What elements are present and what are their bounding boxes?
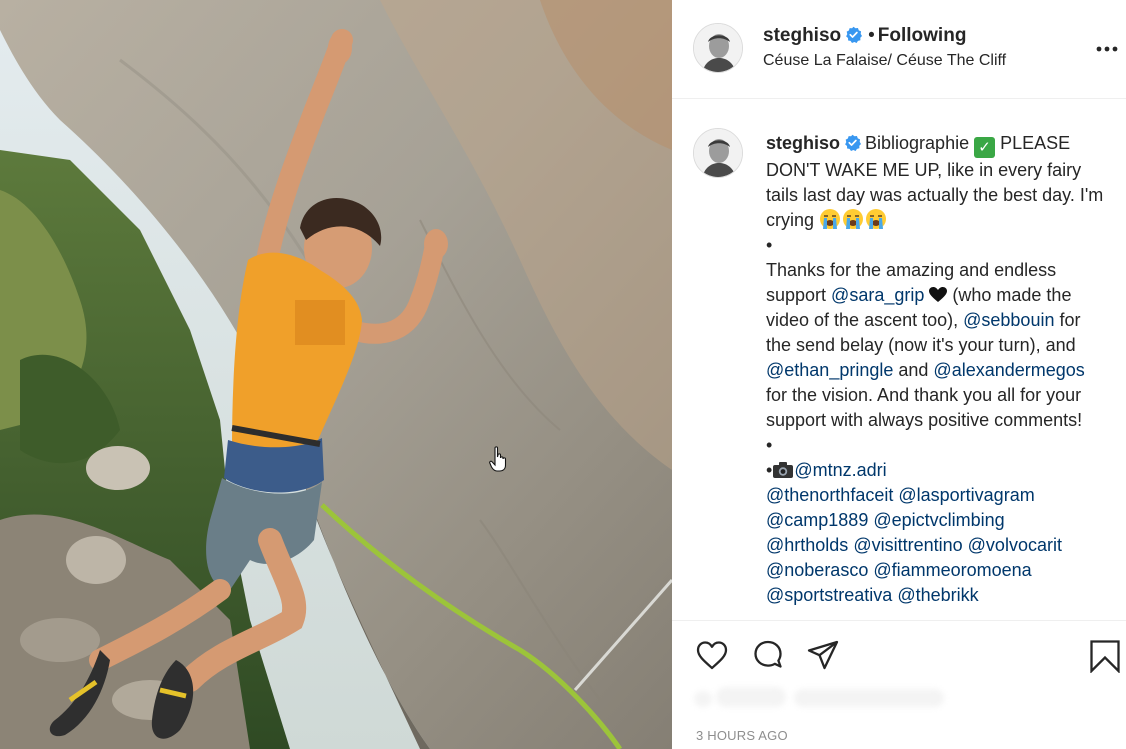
check-mark-emoji: ✓ [974, 137, 996, 158]
caption-username[interactable]: steghiso [766, 133, 840, 153]
header-username[interactable]: steghiso [763, 25, 841, 46]
mention-link[interactable]: @fiammeoromoena [873, 560, 1031, 580]
mention-link[interactable]: @epictvclimbing [873, 510, 1004, 530]
mention-link[interactable]: @camp1889 [766, 510, 868, 530]
mention-link[interactable]: @mtnz.adri [794, 460, 886, 480]
comments-section[interactable]: steghiso Bibliographie ✓ PLEASE DON'T WAK… [672, 99, 1126, 620]
post-actions-bar: 3 HOURS AGO [672, 620, 1126, 749]
mention-link[interactable]: @ethan_pringle [766, 360, 893, 380]
mention-link[interactable]: @alexandermegos [933, 360, 1084, 380]
header-separator: • [868, 25, 875, 46]
verified-badge-icon [845, 134, 862, 151]
likes-summary[interactable] [694, 681, 994, 715]
comment-icon [754, 640, 782, 668]
mention-link[interactable]: @lasportivagram [898, 485, 1034, 505]
caption-bullet: • [766, 235, 773, 255]
post-side-panel: steghiso • Following Céuse La Falaise/ Céu… [672, 0, 1126, 749]
mention-link[interactable]: @thenorthfaceit [766, 485, 893, 505]
black-heart-emoji [929, 287, 948, 302]
header-user-line: steghiso • Following [763, 24, 966, 48]
caption-text-6: and [893, 360, 934, 380]
post-caption: steghiso Bibliographie ✓ PLEASE DON'T WAK… [766, 131, 1106, 608]
location-link[interactable]: Céuse La Falaise/ Céuse The Cliff [763, 51, 1006, 71]
post-photo[interactable] [0, 0, 672, 749]
caption-bullet: • [766, 435, 773, 455]
bookmark-icon [1090, 640, 1120, 673]
like-button[interactable] [695, 639, 729, 673]
paper-plane-icon [807, 640, 839, 670]
heart-icon [696, 641, 728, 670]
verified-badge-icon [846, 26, 863, 43]
caption-text-1: Bibliographie [865, 133, 975, 153]
comment-button[interactable] [751, 639, 785, 673]
mention-link[interactable]: @visittrentino [853, 535, 962, 555]
crying-face-emoji [843, 209, 864, 229]
mention-link[interactable]: @sara_grip [831, 285, 924, 305]
mention-link[interactable]: @hrtholds [766, 535, 848, 555]
mention-link[interactable]: @noberasco [766, 560, 868, 580]
share-button[interactable] [806, 639, 840, 673]
mention-link[interactable]: @sportstreativa [766, 585, 892, 605]
author-avatar[interactable] [693, 23, 743, 73]
mention-link[interactable]: @sebbouin [963, 310, 1054, 330]
post-header: steghiso • Following Céuse La Falaise/ Céu… [672, 0, 1126, 99]
mention-link[interactable]: @volvocarit [968, 535, 1062, 555]
save-button[interactable] [1088, 639, 1122, 673]
crying-face-emoji [820, 209, 841, 229]
more-horizontal-icon [1096, 46, 1118, 52]
camera-emoji [773, 462, 794, 478]
post-timestamp[interactable]: 3 HOURS AGO [696, 728, 788, 743]
mention-link[interactable]: @thebrikk [897, 585, 978, 605]
more-options-button[interactable] [1094, 37, 1120, 59]
crying-face-emoji [866, 209, 887, 229]
following-button[interactable]: Following [878, 25, 967, 46]
climber-photo [0, 0, 672, 749]
caption-author-avatar[interactable] [693, 128, 743, 178]
